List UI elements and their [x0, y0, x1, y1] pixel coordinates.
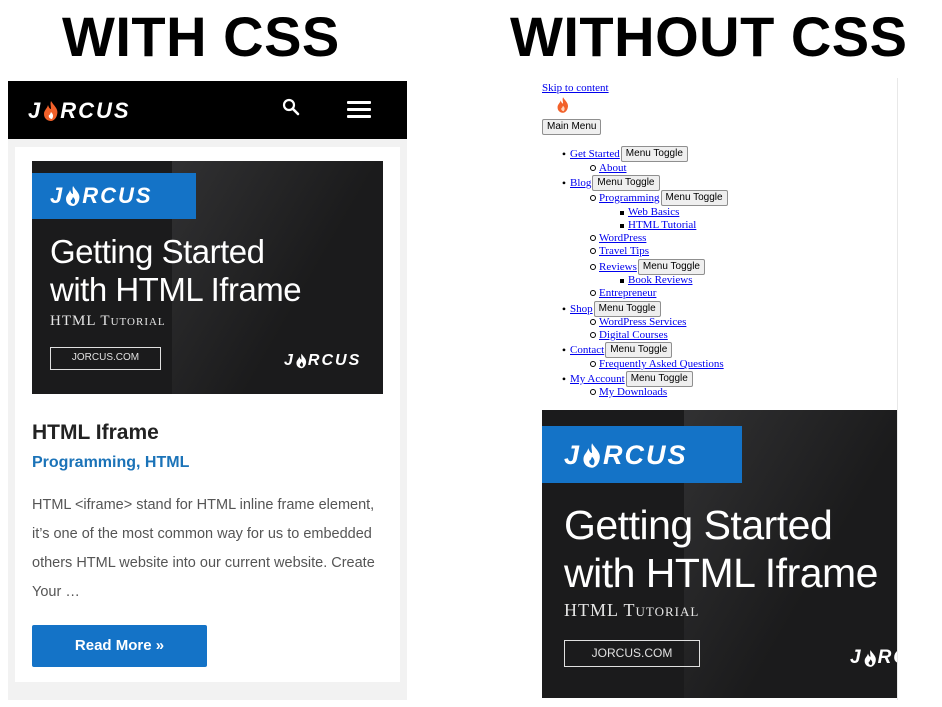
menu-link-about[interactable]: About [599, 162, 627, 174]
flame-icon[interactable] [556, 96, 570, 114]
menu-link-digital-courses[interactable]: Digital Courses [599, 329, 668, 341]
banner-logo: J RCUS [50, 183, 153, 208]
menu-item-my-downloads: My Downloads [587, 386, 667, 398]
menu-link-wordpress[interactable]: WordPress [599, 232, 646, 244]
banner-logo-badge: J RCUS [32, 173, 196, 219]
menu-item-shop: ShopMenu Toggle [558, 301, 661, 317]
category-link-programming[interactable]: Programming [32, 454, 136, 471]
hamburger-icon[interactable] [347, 101, 371, 121]
post-featured-image[interactable]: J RCUS Getting Started with HTML Iframe … [32, 161, 383, 394]
menu-link-wordpress-services[interactable]: WordPress Services [599, 316, 686, 328]
menu-toggle-button[interactable]: Menu Toggle [620, 146, 688, 162]
menu-item-reviews: Reviews Menu Toggle [587, 259, 705, 275]
menu-link-html-tutorial[interactable]: HTML Tutorial [628, 219, 696, 231]
menu-link-faq[interactable]: Frequently Asked Questions [599, 358, 724, 370]
menu-link-get-started[interactable]: Get Started [570, 148, 620, 160]
heading-with-css: WITH CSS [62, 5, 340, 68]
menu-link-my-account[interactable]: My Account [570, 373, 625, 385]
banner-logo: J RCUS [564, 440, 688, 470]
logo-letter: J [28, 98, 43, 123]
flame-icon [583, 443, 600, 468]
menu-item-html-tutorial: HTML Tutorial [616, 219, 696, 231]
skip-to-content-link[interactable]: Skip to content [542, 82, 609, 94]
styled-page-preview: J RCUS J RCUS Getting Started with HTML … [8, 81, 407, 700]
banner-url: JORCUS.COM [50, 347, 161, 370]
menu-link-entrepreneur[interactable]: Entrepreneur [599, 287, 656, 299]
menu-toggle-button[interactable]: Menu Toggle [637, 259, 705, 275]
menu-item-travel-tips: Travel Tips [587, 245, 649, 257]
banner-logo-badge: J RCUS [542, 426, 742, 483]
menu-link-contact[interactable]: Contact [570, 344, 604, 356]
unstyled-featured-image[interactable]: J RCUS Getting Started with HTML Iframe … [542, 410, 897, 698]
banner-url: JORCUS.COM [564, 640, 700, 667]
flame-icon [44, 101, 58, 121]
banner-title-line1: Getting Started [564, 502, 833, 548]
menu-item-wordpress-services: WordPress Services [587, 316, 686, 328]
menu-item-contact: ContactMenu Toggle [558, 342, 673, 358]
menu-toggle-button[interactable]: Menu Toggle [593, 301, 661, 317]
site-header: J RCUS [8, 81, 407, 139]
menu-link-shop[interactable]: Shop [570, 303, 593, 315]
post-excerpt: HTML <iframe> stand for HTML inline fram… [32, 497, 375, 600]
menu-item-programming: Programming Menu Toggle [587, 190, 728, 206]
menu-toggle-button[interactable]: Menu Toggle [660, 190, 728, 206]
menu-link-book-reviews[interactable]: Book Reviews [628, 274, 692, 286]
search-icon[interactable] [282, 98, 306, 122]
unstyled-page-preview: Skip to content Main Menu Get StartedMen… [540, 78, 898, 700]
banner-logo-small: J RCUS [850, 647, 897, 668]
menu-link-programming[interactable]: Programming [599, 192, 660, 204]
banner-subtitle: HTML Tutorial [50, 313, 166, 329]
menu-item-web-basics: Web Basics [616, 206, 679, 218]
menu-link-blog[interactable]: Blog [570, 177, 591, 189]
menu-item-about: About [587, 162, 627, 174]
flame-icon [296, 353, 307, 369]
menu-item-entrepreneur: Entrepreneur [587, 287, 656, 299]
banner-title-line2: with HTML Iframe [50, 271, 302, 308]
post-title[interactable]: HTML Iframe [32, 421, 159, 445]
category-separator: , [136, 454, 141, 471]
menu-link-reviews[interactable]: Reviews [599, 261, 637, 273]
main-menu-button[interactable]: Main Menu [542, 119, 602, 135]
menu-item-my-account: My AccountMenu Toggle [558, 371, 693, 387]
flame-icon [864, 649, 876, 667]
menu-link-my-downloads[interactable]: My Downloads [599, 386, 667, 398]
banner-title-line1: Getting Started [50, 233, 265, 270]
menu-link-web-basics[interactable]: Web Basics [628, 206, 679, 218]
menu-item-wordpress: WordPress [587, 232, 646, 244]
category-link-html[interactable]: HTML [145, 454, 189, 471]
banner-subtitle: HTML Tutorial [564, 600, 700, 620]
heading-without-css: WITHOUT CSS [510, 5, 908, 68]
banner-title-line2: with HTML Iframe [564, 550, 878, 596]
logo-text: RCUS [60, 98, 131, 123]
menu-item-faq: Frequently Asked Questions [587, 358, 724, 370]
menu-item-digital-courses: Digital Courses [587, 329, 668, 341]
menu-item-get-started: Get StartedMenu Toggle [558, 146, 688, 162]
banner-logo-small: J RCUS [284, 352, 362, 369]
menu-item-book-reviews: Book Reviews [616, 274, 692, 286]
read-more-button[interactable]: Read More » [32, 625, 207, 667]
menu-link-travel-tips[interactable]: Travel Tips [599, 245, 649, 257]
menu-toggle-button[interactable]: Menu Toggle [625, 371, 693, 387]
menu-toggle-button[interactable]: Menu Toggle [605, 342, 673, 358]
menu-toggle-button[interactable]: Menu Toggle [592, 175, 660, 191]
post-categories: Programming, HTML [32, 454, 189, 472]
site-logo[interactable]: J RCUS [28, 98, 131, 124]
menu-item-blog: BlogMenu Toggle [558, 175, 660, 191]
flame-icon [66, 186, 80, 206]
